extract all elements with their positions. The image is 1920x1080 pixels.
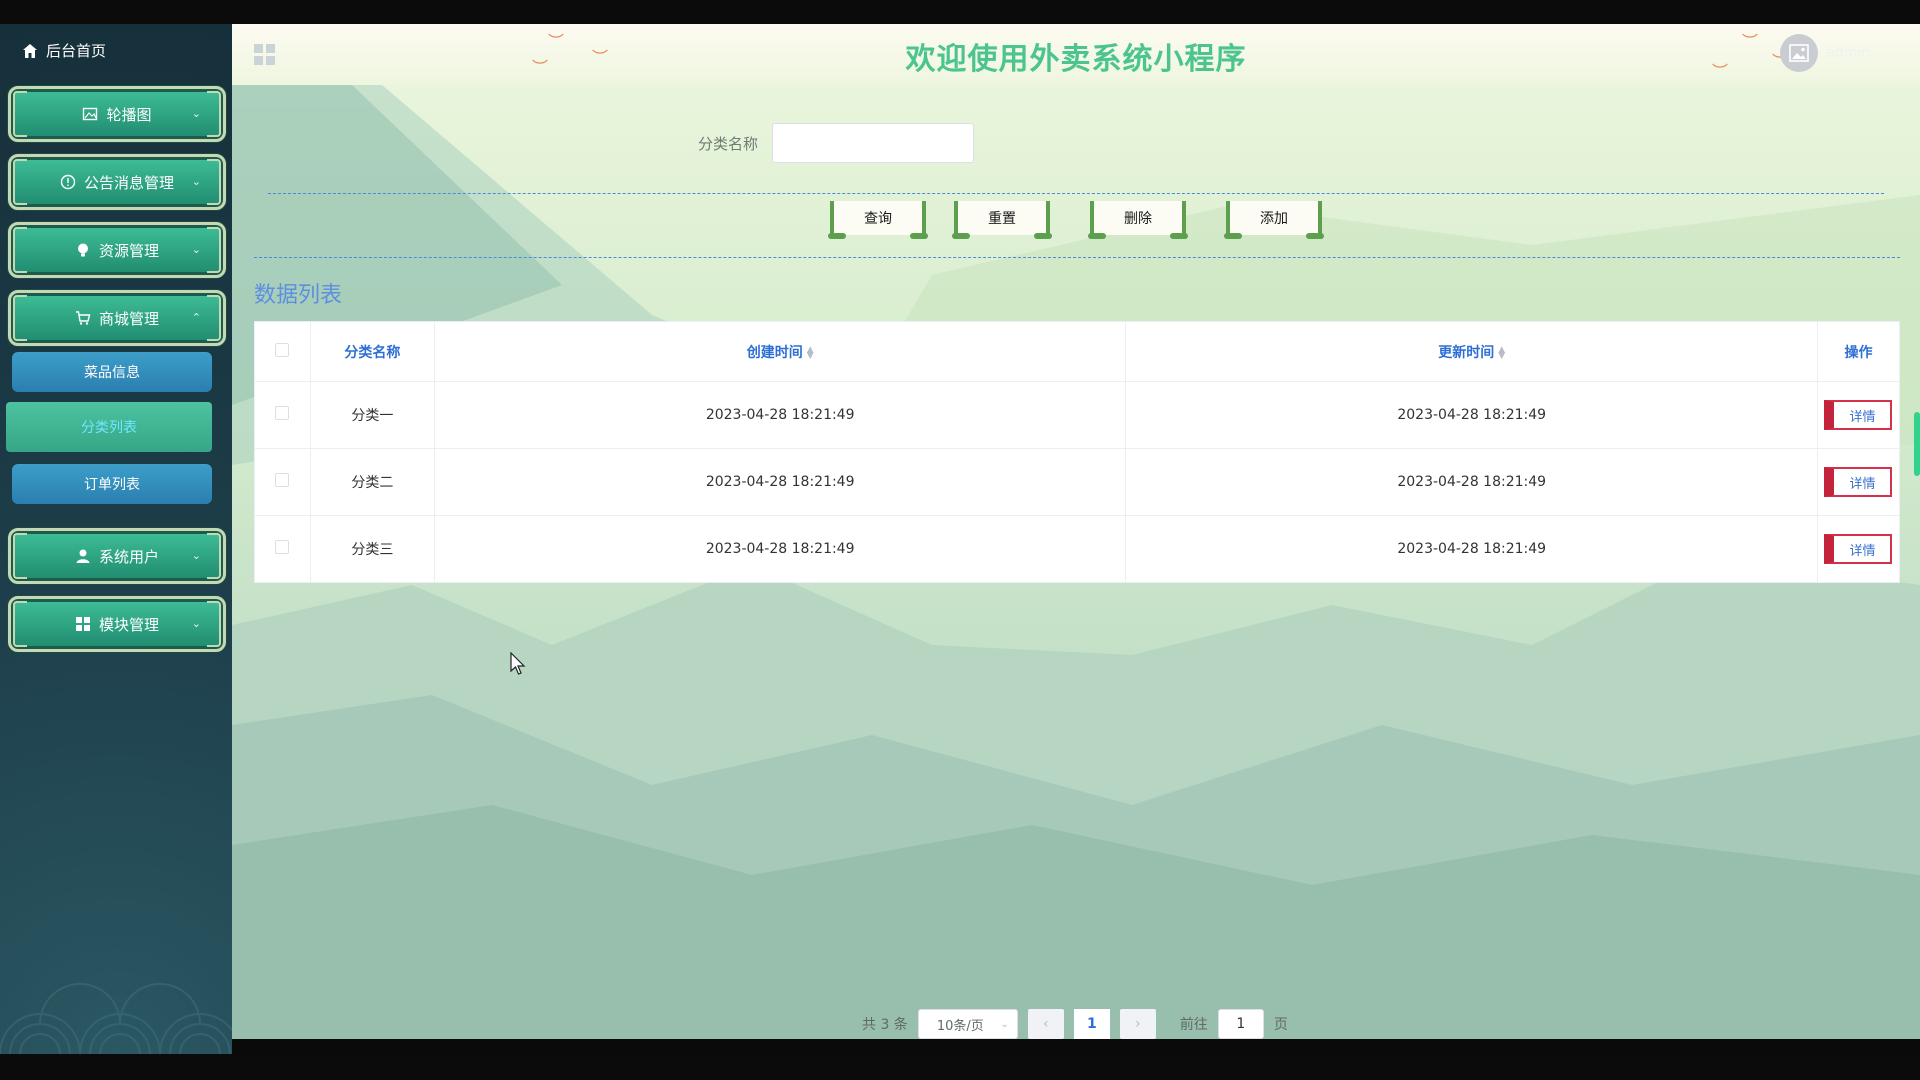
sidebar: 后台首页 轮播图 ⌄ 公告消息管理 ⌄ 资源管理 ⌄ 商城管理 ⌃ 菜品信息 分… xyxy=(0,24,232,1054)
page-title: 欢迎使用外卖系统小程序 xyxy=(905,42,1247,77)
query-button[interactable]: 查询 xyxy=(828,201,928,239)
menu-carousel[interactable]: 轮播图 ⌄ xyxy=(8,86,226,142)
select-all-checkbox[interactable] xyxy=(275,342,290,357)
menu-label: 资源管理 xyxy=(98,241,159,260)
table-row: 分类三 2023-04-28 18:21:49 2023-04-28 18:21… xyxy=(254,515,1901,583)
divider xyxy=(254,257,1900,258)
menu-system-users[interactable]: 系统用户 ⌄ xyxy=(8,528,226,584)
chevron-right-icon: › xyxy=(1135,1016,1141,1032)
menu-label: 轮播图 xyxy=(106,105,152,124)
top-header: ︶ ︶ ︶ ︶ ︶ ︶ 欢迎使用外卖系统小程序 admin xyxy=(232,24,1920,85)
page-size-value: 10条/页 xyxy=(936,1018,984,1034)
category-table: 分类名称 创建时间 ▲ ▼ 更新时间 ▲ ▼ 操作 分类一 2023-04-28 18:… xyxy=(254,321,1901,583)
sort-icon[interactable]: ▲ ▼ xyxy=(1498,345,1505,360)
chevron-down-icon: ⌄ xyxy=(191,617,201,630)
menu-label: 系统用户 xyxy=(98,547,159,566)
username: admin xyxy=(1826,45,1870,61)
chevron-down-icon: ⌄ xyxy=(191,107,201,120)
home-icon xyxy=(23,43,37,58)
chevron-up-icon: ⌃ xyxy=(191,311,201,324)
divider xyxy=(268,193,1884,194)
table-row: 分类一 2023-04-28 18:21:49 2023-04-28 18:21… xyxy=(254,381,1901,449)
mouse-cursor-icon xyxy=(510,652,526,675)
next-page-button[interactable]: › xyxy=(1119,1009,1156,1039)
cell-created: 2023-04-28 18:21:49 xyxy=(434,515,1127,583)
letterbox-top xyxy=(0,0,1920,24)
scrollbar-thumb[interactable] xyxy=(1914,412,1920,476)
goto-label: 前往 xyxy=(1179,1017,1208,1033)
add-button[interactable]: 添加 xyxy=(1224,201,1324,239)
cell-updated: 2023-04-28 18:21:49 xyxy=(1125,515,1818,583)
cell-name: 分类二 xyxy=(310,448,435,516)
menu-modules[interactable]: 模块管理 ⌄ xyxy=(8,596,226,652)
chevron-down-icon: ⌄ xyxy=(191,243,201,256)
cell-created: 2023-04-28 18:21:49 xyxy=(434,381,1127,449)
cart-icon xyxy=(75,311,91,325)
chevron-down-icon: ⌄ xyxy=(1000,1018,1009,1030)
row-checkbox[interactable] xyxy=(275,473,290,487)
wave-pattern xyxy=(0,983,232,1054)
detail-button[interactable]: 详情 xyxy=(1824,467,1893,497)
detail-button[interactable]: 详情 xyxy=(1824,400,1893,430)
cell-name: 分类一 xyxy=(310,381,435,449)
image-icon xyxy=(83,107,98,121)
reset-button[interactable]: 重置 xyxy=(952,201,1052,239)
pagination-total: 共 3 条 xyxy=(862,1017,908,1033)
grid-icon xyxy=(75,617,90,631)
avatar[interactable] xyxy=(1780,34,1819,72)
home-label: 后台首页 xyxy=(46,42,107,60)
info-icon xyxy=(60,174,76,190)
chevron-down-icon: ⌄ xyxy=(191,175,201,188)
submenu-categories[interactable]: 分类列表 xyxy=(6,402,212,452)
page-unit-label: 页 xyxy=(1273,1017,1288,1033)
page-number[interactable]: 1 xyxy=(1073,1009,1110,1039)
column-header-actions: 操作 xyxy=(1817,321,1901,382)
table-row: 分类二 2023-04-28 18:21:49 2023-04-28 18:21… xyxy=(254,448,1901,516)
home-link[interactable]: 后台首页 xyxy=(22,40,106,61)
row-checkbox[interactable] xyxy=(275,540,290,554)
sort-icon[interactable]: ▲ ▼ xyxy=(807,345,814,360)
menu-mall[interactable]: 商城管理 ⌃ xyxy=(8,290,226,346)
menu-label: 公告消息管理 xyxy=(83,173,174,192)
user-icon xyxy=(76,549,90,563)
cell-created: 2023-04-28 18:21:49 xyxy=(434,448,1127,516)
page-size-select[interactable]: 10条/页 ⌄ xyxy=(917,1009,1018,1039)
table-header-row: 分类名称 创建时间 ▲ ▼ 更新时间 ▲ ▼ 操作 xyxy=(254,321,1901,382)
menu-resources[interactable]: 资源管理 ⌄ xyxy=(8,222,226,278)
submenu-orders[interactable]: 订单列表 xyxy=(12,464,212,504)
detail-button[interactable]: 详情 xyxy=(1824,534,1893,564)
pagination: 共 3 条 10条/页 ⌄ ‹ 1 › 前往 1 页 xyxy=(862,1009,1288,1039)
delete-button[interactable]: 删除 xyxy=(1088,201,1188,239)
goto-page-input[interactable]: 1 xyxy=(1217,1009,1264,1039)
chevron-down-icon: ⌄ xyxy=(191,549,201,562)
user-menu[interactable]: admin xyxy=(1780,34,1870,72)
bulb-icon xyxy=(77,243,88,257)
letterbox-bottom xyxy=(0,1054,1920,1080)
avatar-image-icon xyxy=(1789,44,1809,62)
submenu-dishes[interactable]: 菜品信息 xyxy=(12,352,212,392)
category-name-input[interactable] xyxy=(772,123,975,163)
list-title: 数据列表 xyxy=(254,283,343,308)
column-header-updated[interactable]: 更新时间 ▲ ▼ xyxy=(1125,321,1818,382)
column-header-created[interactable]: 创建时间 ▲ ▼ xyxy=(434,321,1127,382)
menu-label: 模块管理 xyxy=(98,615,159,634)
search-row: 分类名称 xyxy=(698,123,975,163)
cell-updated: 2023-04-28 18:21:49 xyxy=(1125,381,1818,449)
cell-name: 分类三 xyxy=(310,515,435,583)
cell-updated: 2023-04-28 18:21:49 xyxy=(1125,448,1818,516)
menu-label: 商城管理 xyxy=(98,309,159,328)
column-header-name: 分类名称 xyxy=(310,321,435,382)
search-label: 分类名称 xyxy=(698,134,759,153)
menu-announcements[interactable]: 公告消息管理 ⌄ xyxy=(8,154,226,210)
prev-page-button[interactable]: ‹ xyxy=(1027,1009,1064,1039)
chevron-left-icon: ‹ xyxy=(1043,1016,1049,1032)
main-content: 分类名称 查询 重置 删除 添加 数据列表 分类名称 创建时间 ▲ ▼ 更新时间 ▲ ▼… xyxy=(232,85,1920,1039)
row-checkbox[interactable] xyxy=(275,406,290,420)
